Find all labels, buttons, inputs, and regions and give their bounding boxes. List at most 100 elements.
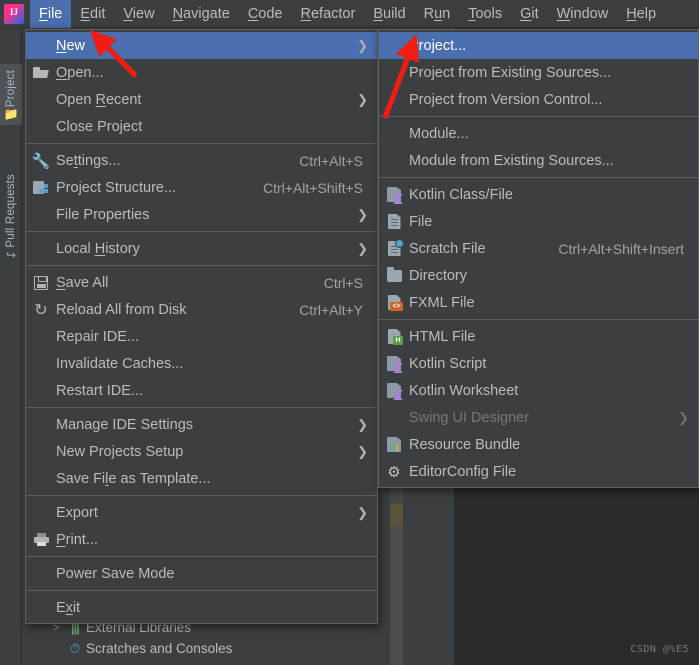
menu-item-label: Save All [56,274,109,291]
menu-item-local-history[interactable]: Local History ❯ [26,235,377,262]
menu-item-print[interactable]: Print... [26,526,377,553]
menu-item-label: File Properties [56,206,150,223]
menu-item-file-properties[interactable]: File Properties ❯ [26,201,377,228]
chevron-right-icon: ❯ [357,206,368,222]
menu-item-export[interactable]: Export ❯ [26,499,377,526]
chevron-right-icon: ❯ [357,504,368,520]
menu-item-label: Resource Bundle [409,436,521,453]
menu-item-kotlin-script[interactable]: Kotlin Script [379,350,698,377]
menubar-label: Tools [468,5,503,22]
menu-item-label: Kotlin Worksheet [409,382,519,399]
menubar-label: View [123,5,155,22]
menubar-item-refactor[interactable]: Refactor [292,0,365,28]
menu-item-shortcut: Ctrl+Alt+Y [299,301,363,318]
kotlin-worksheet-icon [379,383,409,400]
menu-item-label: Open Recent [56,91,142,108]
menubar-item-window[interactable]: Window [548,0,618,28]
menubar-item-navigate[interactable]: Navigate [164,0,239,28]
menu-item-shortcut: Ctrl+Alt+Shift+S [263,179,363,196]
menu-separator [26,231,377,232]
menu-item-new-projects-setup[interactable]: New Projects Setup ❯ [26,438,377,465]
kotlin-file-icon [379,187,409,204]
menu-item-kotlin-class-file[interactable]: Kotlin Class/File [379,181,698,208]
menu-item-label: Kotlin Script [409,355,487,372]
menu-item-label: Project from Existing Sources... [409,64,612,81]
menu-item-label: Module from Existing Sources... [409,152,614,169]
menubar-label: Refactor [300,5,356,22]
sidebar-item-label: Pull Requests [5,174,17,248]
menu-separator [26,407,377,408]
menu-item-label: Export [56,504,98,521]
menu-item-label: FXML File [409,294,475,311]
sidebar-item-pull-requests[interactable]: Pull Requests ↪ [0,168,22,266]
menubar-item-view[interactable]: View [114,0,163,28]
menu-item-label: New [56,37,86,54]
menu-item-power-save-mode[interactable]: Power Save Mode [26,560,377,587]
menu-separator [26,265,377,266]
menu-item-restart-ide[interactable]: Restart IDE... [26,377,377,404]
menu-item-label: Repair IDE... [56,328,139,345]
menu-item-scratch-file[interactable]: Scratch File Ctrl+Alt+Shift+Insert [379,235,698,262]
menu-item-project-from-version-control[interactable]: Project from Version Control... [379,86,698,113]
menu-item-close-project[interactable]: Close Project [26,113,377,140]
sidebar-item-label: Project [5,70,17,108]
menubar-item-run[interactable]: Run [415,0,460,28]
menu-separator [26,590,377,591]
menubar-label: Git [520,5,539,22]
print-icon [26,533,56,546]
chevron-right-icon: ❯ [357,91,368,107]
menubar-item-build[interactable]: Build [364,0,414,28]
sidebar-item-project[interactable]: Project 📁 [0,64,22,126]
directory-icon [379,266,409,282]
menu-item-file[interactable]: File [379,208,698,235]
html-file-icon: H [379,329,409,345]
menu-item-reload-all-from-disk[interactable]: ↻ Reload All from Disk Ctrl+Alt+Y [26,296,377,323]
save-icon [26,275,56,290]
menubar-item-tools[interactable]: Tools [459,0,511,28]
menu-item-settings[interactable]: 🔧 Settings... Ctrl+Alt+S [26,147,377,174]
menu-item-module[interactable]: Module... [379,120,698,147]
menubar-label: Help [626,5,657,22]
folder-icon: 📁 [3,107,19,122]
menu-item-project-from-existing-sources[interactable]: Project from Existing Sources... [379,59,698,86]
menu-item-editorconfig-file[interactable]: ⚙ EditorConfig File [379,458,698,485]
tree-item-label: Scratches and Consoles [86,641,233,656]
menu-item-invalidate-caches[interactable]: Invalidate Caches... [26,350,377,377]
menu-item-save-file-as-template[interactable]: Save File as Template... [26,465,377,492]
menubar-item-code[interactable]: Code [239,0,292,28]
menu-item-label: Kotlin Class/File [409,186,513,203]
menubar-item-edit[interactable]: Edit [71,0,114,28]
menu-item-new[interactable]: New ❯ [26,32,377,59]
menu-item-exit[interactable]: Exit [26,594,377,621]
menubar-label: Edit [80,5,106,22]
menubar-label: Code [247,5,283,22]
menu-item-manage-ide-settings[interactable]: Manage IDE Settings ❯ [26,411,377,438]
menu-item-fxml-file[interactable]: <> FXML File [379,289,698,316]
chevron-right-icon: ❯ [357,416,368,432]
menu-item-label: Save File as Template... [56,470,211,487]
menu-item-project[interactable]: Project... [379,32,698,59]
menu-item-kotlin-worksheet[interactable]: Kotlin Worksheet [379,377,698,404]
tree-row-scratches[interactable]: ⏱ Scratches and Consoles [22,638,390,659]
menubar-item-file[interactable]: File [30,0,72,28]
menu-item-open[interactable]: Open... [26,59,377,86]
menu-separator [379,319,698,320]
menu-separator [379,116,698,117]
menu-item-resource-bundle[interactable]: Resource Bundle [379,431,698,458]
menu-item-repair-ide[interactable]: Repair IDE... [26,323,377,350]
menu-item-label: New Projects Setup [56,443,184,460]
menu-item-label: File [409,213,433,230]
menu-item-save-all[interactable]: Save All Ctrl+S [26,269,377,296]
menubar-item-help[interactable]: Help [617,0,665,28]
menubar-item-git[interactable]: Git [511,0,548,28]
menu-item-label: EditorConfig File [409,463,517,480]
chevron-right-icon: ❯ [357,443,368,459]
menu-item-module-from-existing-sources[interactable]: Module from Existing Sources... [379,147,698,174]
menu-item-project-structure[interactable]: Project Structure... Ctrl+Alt+Shift+S [26,174,377,201]
file-icon [379,214,409,229]
menu-item-open-recent[interactable]: Open Recent ❯ [26,86,377,113]
menu-item-html-file[interactable]: H HTML File [379,323,698,350]
menu-item-directory[interactable]: Directory [379,262,698,289]
menu-separator [26,556,377,557]
menu-item-swing-ui-designer[interactable]: Swing UI Designer ❯ [379,404,698,431]
